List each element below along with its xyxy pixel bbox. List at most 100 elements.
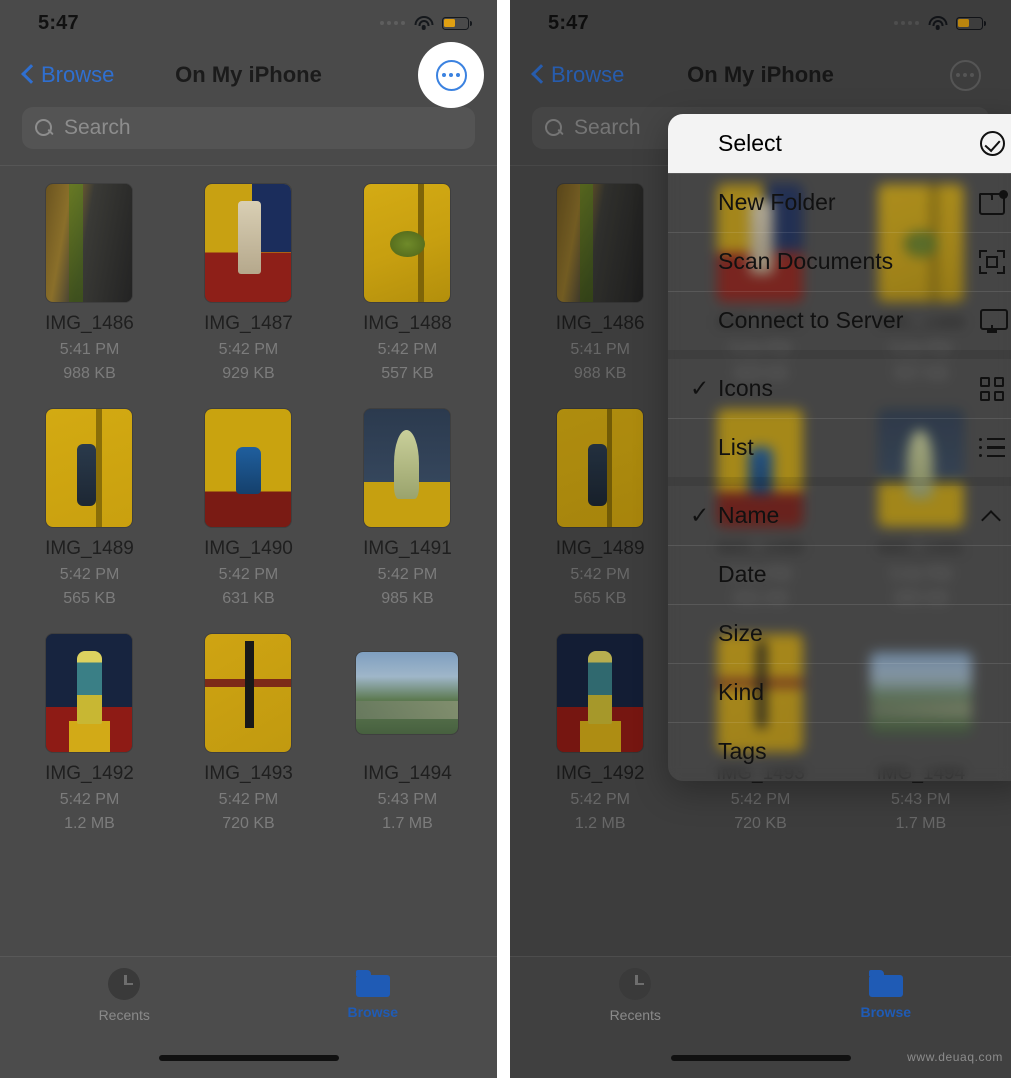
chevron-left-icon [22, 64, 35, 86]
cellular-dots-icon [894, 21, 919, 25]
file-item[interactable]: IMG_1488 5:42 PM 557 KB [328, 184, 487, 383]
file-name: IMG_1486 [45, 313, 134, 334]
screenshot-stage: 5:47 Browse On My iPhone Search IMG_1486… [0, 0, 1011, 1078]
back-button-label: Browse [41, 62, 115, 87]
menu-item-label: List [718, 434, 754, 460]
navigation-bar: Browse On My iPhone [510, 46, 1011, 104]
file-size: 1.2 MB [64, 815, 115, 832]
grid-view-icon [976, 376, 1008, 401]
file-item[interactable]: IMG_1489 5:42 PM 565 KB [10, 409, 169, 608]
home-indicator[interactable] [158, 1055, 339, 1061]
file-size: 720 KB [734, 815, 787, 832]
file-item[interactable]: IMG_1486 5:41 PM 988 KB [520, 184, 680, 383]
menu-item-label: Tags [718, 738, 767, 764]
menu-separator [668, 477, 1011, 486]
menu-item-icons[interactable]: ✓ Icons [668, 359, 1011, 418]
file-item[interactable]: IMG_1491 5:42 PM 985 KB [328, 409, 487, 608]
file-size: 929 KB [222, 365, 275, 382]
file-time: 5:42 PM [377, 341, 438, 358]
menu-item-select[interactable]: ✓Select [668, 114, 1011, 173]
menu-item-label: Date [718, 561, 767, 587]
menu-item-new-folder[interactable]: ✓New Folder [668, 173, 1011, 232]
file-size: 1.2 MB [574, 815, 626, 832]
file-grid-row: IMG_1486 5:41 PM 988 KB IMG_1487 5:42 PM 929 … [10, 184, 487, 383]
file-size: 557 KB [381, 365, 434, 382]
folder-icon [355, 970, 390, 997]
search-icon [545, 118, 564, 138]
tab-bar-left: Recents Browse [0, 956, 497, 1078]
check-circle-icon [976, 131, 1008, 156]
tab-browse[interactable]: Browse [761, 957, 1011, 1033]
menu-item-name[interactable]: ✓ Name [668, 486, 1011, 545]
chevron-up-icon [976, 509, 1008, 522]
back-button[interactable]: Browse [532, 62, 624, 88]
status-indicators [894, 16, 987, 30]
file-thumbnail [46, 409, 133, 527]
menu-item-label: Scan Documents [718, 248, 894, 274]
phone-panel-right: 5:47 Browse On My iPhone Search IMG_1486… [510, 0, 1011, 1078]
file-item[interactable]: IMG_1486 5:41 PM 988 KB [10, 184, 169, 383]
search-icon [35, 118, 54, 138]
file-thumbnail [46, 184, 133, 302]
menu-item-connect-to-server[interactable]: ✓Connect to Server [668, 291, 1011, 350]
file-thumbnail [557, 184, 644, 302]
row-spacer [10, 833, 487, 859]
battery-low-power-icon [956, 16, 987, 30]
clock-icon [108, 967, 141, 1000]
context-menu: ✓Select✓New Folder✓Scan Documents✓Connec… [668, 114, 1011, 781]
file-size: 1.7 MB [895, 815, 947, 832]
file-size: 988 KB [63, 365, 116, 382]
file-thumbnail [205, 634, 292, 752]
clock-icon [619, 967, 652, 1000]
file-size: 631 KB [222, 590, 275, 607]
tab-browse[interactable]: Browse [249, 957, 498, 1033]
more-highlight-halo [418, 42, 484, 108]
back-button-label: Browse [551, 62, 625, 87]
file-thumbnail [557, 409, 644, 527]
file-name: IMG_1489 [555, 538, 645, 559]
file-item[interactable]: IMG_1490 5:42 PM 631 KB [169, 409, 328, 608]
file-time: 5:42 PM [570, 566, 630, 583]
menu-item-checkmark: ✓ [690, 502, 710, 528]
file-time: 5:42 PM [59, 791, 120, 808]
file-item[interactable]: IMG_1487 5:42 PM 929 KB [169, 184, 328, 383]
file-thumbnail [205, 409, 292, 527]
home-indicator[interactable] [670, 1055, 851, 1061]
row-spacer [520, 833, 1001, 859]
row-spacer [10, 608, 487, 634]
file-time: 5:42 PM [377, 566, 438, 583]
file-name: IMG_1492 [555, 763, 645, 784]
file-time: 5:42 PM [59, 566, 120, 583]
menu-item-size[interactable]: ✓Size [668, 604, 1011, 663]
status-indicators [380, 16, 473, 30]
file-name: IMG_1492 [45, 763, 134, 784]
menu-item-date[interactable]: ✓Date [668, 545, 1011, 604]
file-item[interactable]: IMG_1493 5:42 PM 720 KB [169, 634, 328, 833]
tab-browse-label: Browse [860, 1004, 912, 1020]
file-size: 1.7 MB [382, 815, 433, 832]
tab-recents[interactable]: Recents [510, 957, 761, 1033]
file-item[interactable]: IMG_1489 5:42 PM 565 KB [520, 409, 680, 608]
file-item[interactable]: IMG_1494 5:43 PM 1.7 MB [328, 634, 487, 833]
file-time: 5:41 PM [59, 341, 120, 358]
panel-gap [497, 0, 510, 1078]
menu-item-label: Size [718, 620, 763, 646]
menu-item-tags[interactable]: ✓Tags [668, 722, 1011, 781]
ellipsis-circle-icon [435, 59, 467, 91]
menu-item-list[interactable]: ✓List [668, 418, 1011, 477]
ellipsis-circle-icon [949, 59, 981, 91]
tab-recents[interactable]: Recents [0, 957, 249, 1033]
menu-item-label: Select [718, 130, 782, 156]
file-item[interactable]: IMG_1492 5:42 PM 1.2 MB [520, 634, 680, 833]
file-size: 720 KB [222, 815, 275, 832]
tab-recents-label: Recents [98, 1006, 150, 1023]
menu-item-kind[interactable]: ✓Kind [668, 663, 1011, 722]
menu-separator [668, 350, 1011, 359]
search-container: Search [0, 104, 497, 165]
file-name: IMG_1490 [204, 538, 293, 559]
back-button[interactable]: Browse [22, 62, 114, 88]
search-input[interactable]: Search [22, 107, 475, 149]
menu-item-scan-documents[interactable]: ✓Scan Documents [668, 232, 1011, 291]
file-item[interactable]: IMG_1492 5:42 PM 1.2 MB [10, 634, 169, 833]
file-time: 5:43 PM [377, 791, 438, 808]
